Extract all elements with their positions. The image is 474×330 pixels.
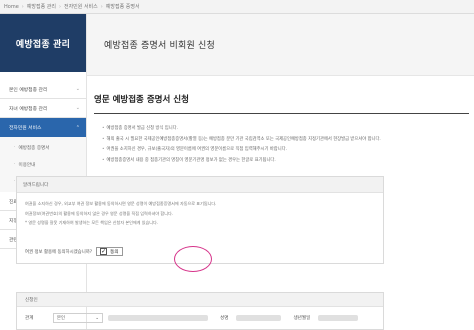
notice-item: • 예방접종증명서 내용 중 접종기관의 명칭이 영문기관명 정보가 없는 경우는… (102, 156, 474, 167)
sidebar-header: 예방접종 관리 (0, 14, 86, 72)
sidebar-item-label: 본인 예방접종 관리 (9, 87, 48, 93)
main-content: 예방접종 증명서 비회원 신청 영문 예방접종 증명서 신청 • 예방접종 증명서… (87, 14, 474, 330)
sidebar-item-self-vaccination[interactable]: 본인 예방접종 관리 ⌄ (0, 80, 86, 99)
notice-text: 예방접종증명서 내용 중 접종기관의 명칭이 영문기관명 정보가 없는 경우는 … (106, 157, 276, 163)
agree-label: 동의 (110, 249, 119, 255)
consent-heading: 알려드립니다 (17, 177, 383, 193)
sidebar-item-eservice[interactable]: 전자민원 서비스 ⌃ (0, 118, 86, 137)
breadcrumb: Home › 예방접종 관리 › 전자민원 서비스 › 예방접종 증명서 (0, 0, 474, 14)
consent-body: 여권을 소지하신 경우, 외교부 여권 정보 활용에 동의하시면 영문 성명이 … (17, 193, 383, 228)
consent-agree-row: 여권 정보 활용에 동의하시겠습니까? ✓ 동의 (25, 247, 123, 256)
notice-text: 예방접종 증명서 발급 신청 방식 입니다. (106, 126, 178, 131)
page-title-bar: 예방접종 증명서 비회원 신청 (87, 14, 474, 76)
applicant-heading: 신청인 (17, 293, 383, 307)
bullet-icon: • (102, 147, 105, 152)
consent-line: 여권을 소지하신 경우, 외교부 여권 정보 활용에 동의하시면 영문 성명이 … (25, 201, 217, 206)
notice-item: • 예방접종 증명서 발급 신청 방식 입니다. (102, 124, 474, 135)
breadcrumb-certificate[interactable]: 예방접종 증명서 (106, 3, 140, 10)
relation-value: 본인 (57, 316, 65, 321)
breadcrumb-separator: › (21, 3, 24, 10)
notice-text: 여권을 소지하신 경우, 규보(출국자)의 영문이름에 여권의 영문이름으로 직… (106, 147, 287, 152)
sidebar-subitem-guide[interactable]: · 이용안내 (0, 156, 86, 173)
bullet-icon: • (102, 136, 105, 142)
redacted-birth (318, 315, 359, 321)
breadcrumb-home[interactable]: Home (4, 4, 19, 10)
bullet-icon: · (14, 162, 16, 167)
relation-label: 관계 (25, 316, 34, 321)
breadcrumb-eservice[interactable]: 전자민원 서비스 (64, 3, 98, 10)
relation-select[interactable]: 본인 ⌄ (53, 313, 103, 323)
sidebar-title: 예방접종 관리 (15, 39, 71, 50)
agree-checkbox[interactable]: ✓ 동의 (96, 247, 123, 256)
sidebar-item-label: 자녀 예방접종 관리 (9, 106, 48, 112)
breadcrumb-separator: › (58, 3, 61, 10)
chevron-down-icon: ⌄ (75, 86, 80, 92)
applicant-section: 신청인 관계 본인 ⌄ 성명 생년월일 (16, 292, 384, 330)
breadcrumb-vaccination[interactable]: 예방접종 관리 (27, 3, 56, 10)
chevron-down-icon: ⌄ (95, 315, 99, 321)
section-title: 영문 예방접종 증명서 신청 (94, 95, 189, 105)
chevron-up-icon: ⌃ (75, 124, 80, 131)
sidebar-item-child-vaccination[interactable]: 자녀 예방접종 관리 ⌄ (0, 99, 86, 118)
notice-item: • 해외 출국 시 필요한 국제공인예방접종증명서(황열 등)는 예방접종 분만 … (102, 135, 474, 146)
section-divider (94, 113, 469, 114)
bullet-icon: • (102, 157, 105, 163)
applicant-row: 관계 본인 ⌄ 성명 생년월일 (17, 307, 383, 329)
checkmark-icon[interactable]: ✓ (100, 248, 108, 255)
notice-text: 해외 출국 시 필요한 국제공인예방접종증명서(황열 등)는 예방접종 분만 기… (106, 136, 381, 142)
bullet-icon: • (102, 126, 105, 131)
sidebar-subitem-certificate[interactable]: · 예방접종 증명서 (0, 139, 86, 156)
breadcrumb-separator: › (100, 3, 103, 10)
sidebar: 예방접종 관리 본인 예방접종 관리 ⌄ 자녀 예방접종 관리 ⌄ 전자민원 서… (0, 14, 87, 330)
consent-line: 여권정보(여권번호)의 활용에 동의하지 않은 경우 영문 성명을 직접 입력하… (25, 210, 174, 216)
page-title: 예방접종 증명서 비회원 신청 (104, 41, 215, 51)
sidebar-subitem-label: 이용안내 (18, 162, 36, 168)
bullet-icon: · (14, 145, 16, 150)
sidebar-item-label: 전자민원 서비스 (9, 126, 42, 131)
redacted-field (108, 315, 208, 321)
notice-list: • 예방접종 증명서 발급 신청 방식 입니다. • 해외 출국 시 필요한 국제공… (102, 124, 474, 166)
birth-label: 생년월일 (293, 316, 311, 321)
chevron-down-icon: ⌄ (75, 105, 80, 111)
agree-question: 여권 정보 활용에 동의하시겠습니까? (25, 249, 93, 255)
sidebar-subitem-label: 예방접종 증명서 (18, 145, 50, 151)
consent-line: * 영문 성명을 잘못 기재하여 발생하는 모든 책임은 신청자 본인에게 있습… (25, 220, 159, 225)
redacted-name (236, 315, 282, 321)
name-label: 성명 (220, 316, 229, 321)
passport-consent-box: 알려드립니다 여권을 소지하신 경우, 외교부 여권 정보 활용에 동의하시면 … (16, 176, 384, 264)
notice-item: • 여권을 소지하신 경우, 규보(출국자)의 영문이름에 여권의 영문이름으로 … (102, 145, 474, 156)
